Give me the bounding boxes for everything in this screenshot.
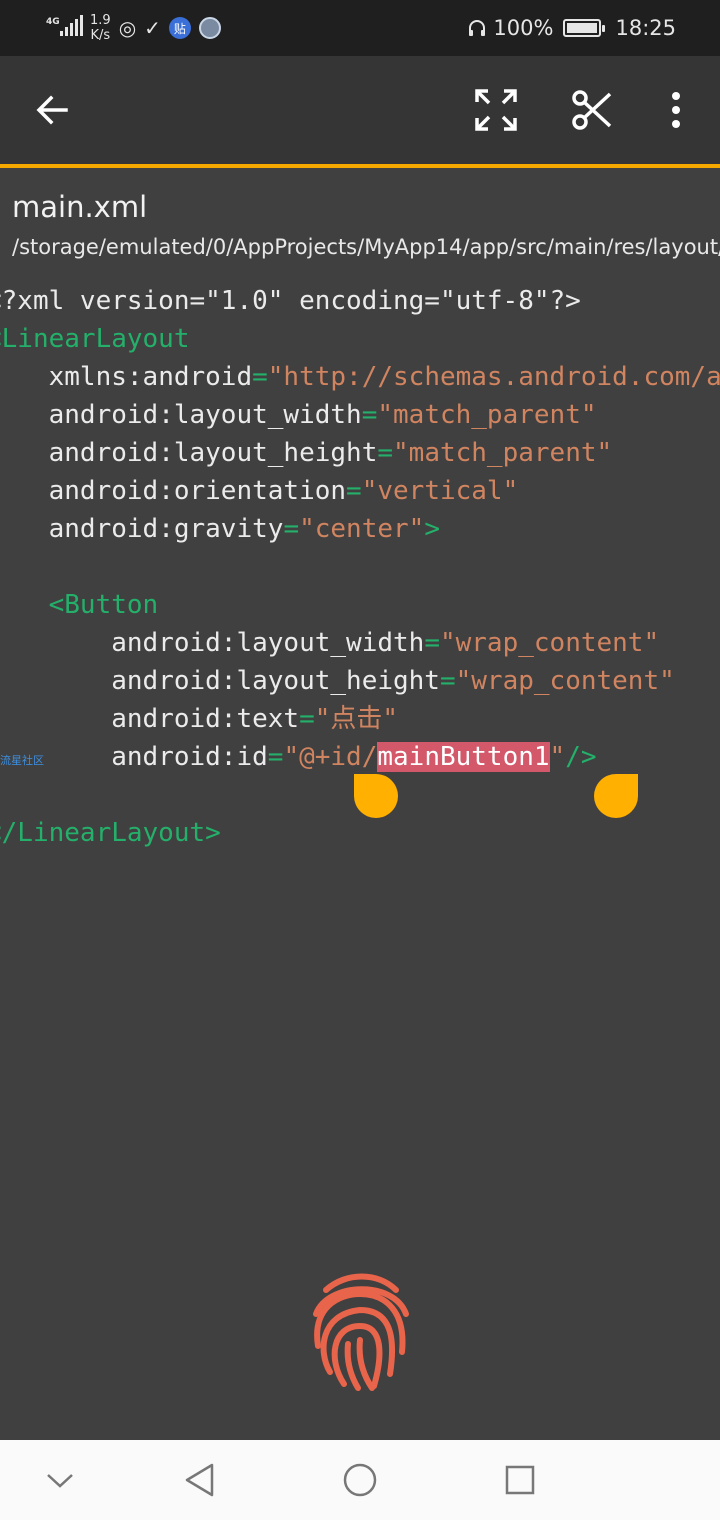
nav-home-button[interactable] [336, 1456, 384, 1504]
network-type-label: 4G [46, 17, 60, 27]
more-options-button[interactable] [646, 80, 706, 140]
code-line: </LinearLayout> [0, 814, 221, 852]
status-right-group: 100% 18:25 [467, 10, 676, 46]
code-line: android:text="点击" [0, 700, 398, 738]
xml-attribute: android:layout_width [48, 400, 362, 430]
xml-attribute: android:text [111, 704, 300, 734]
toolbar [0, 56, 720, 168]
xml-attribute: android:layout_width [111, 628, 425, 658]
back-arrow-icon [36, 95, 68, 125]
code-line: android:layout_height="wrap_content" [0, 662, 675, 700]
xml-tag-close: /> [565, 742, 597, 772]
network-speed-unit: K/s [90, 28, 111, 43]
xml-equals: = [439, 666, 456, 696]
code-line: xmlns:android="http://schemas.android.co… [0, 358, 720, 396]
file-name: main.xml [12, 190, 148, 224]
xml-equals: = [361, 400, 378, 430]
back-button[interactable] [22, 80, 82, 140]
xml-value-suffix: " [549, 742, 566, 772]
selection-handle-end[interactable] [594, 774, 638, 818]
code-line: android:id="@+id/mainButton1"/> [0, 738, 597, 776]
code-line: android:layout_width="wrap_content" [0, 624, 659, 662]
hide-keyboard-button[interactable] [36, 1456, 84, 1504]
xml-value: "vertical" [361, 476, 519, 506]
watermark: 流星社区 [0, 754, 44, 767]
xml-value: "center" [299, 514, 425, 544]
signal-icon: 4G [46, 14, 83, 42]
status-left-group: 4G 1.9 K/s ◎ ✓ 贴 [46, 10, 221, 46]
nav-back-button[interactable] [176, 1456, 224, 1504]
xml-equals: = [424, 628, 440, 658]
headphone-icon [469, 20, 486, 36]
nav-recents-button[interactable] [496, 1456, 544, 1504]
network-speed: 1.9 K/s [90, 13, 111, 43]
xml-tag: </LinearLayout> [0, 818, 221, 848]
xml-attribute: android:layout_height [48, 438, 378, 468]
xml-equals: = [267, 742, 284, 772]
xml-equals: = [252, 362, 268, 392]
hotspot-icon: ◎ [118, 16, 137, 40]
battery-percent: 100% [493, 16, 554, 40]
code-line: android:orientation="vertical" [0, 472, 519, 510]
xml-tag: <Button [48, 590, 159, 620]
xml-tag: <LinearLayout [0, 324, 190, 354]
more-vertical-icon [672, 92, 680, 128]
xml-value: "match_parent" [377, 400, 597, 430]
xml-value-prefix: "@+id/ [283, 742, 378, 772]
xml-value: "点击" [314, 704, 399, 734]
selected-text: mainButton1 [377, 742, 550, 772]
xml-equals: = [346, 476, 362, 506]
network-speed-value: 1.9 [90, 13, 111, 28]
xml-equals: = [299, 704, 315, 734]
xml-value: "wrap_content" [439, 628, 660, 658]
battery-icon [563, 19, 606, 37]
code-line: android:layout_height="match_parent" [0, 434, 613, 472]
fullscreen-button[interactable] [466, 80, 526, 140]
xml-attribute: android:layout_height [111, 666, 440, 696]
check-icon: ✓ [144, 16, 161, 40]
back-triangle-icon [185, 1463, 214, 1497]
tieba-app-icon: 贴 [168, 17, 191, 39]
xml-value: "http://schemas.android.com/apk/res/andr… [267, 362, 720, 392]
code-line: android:gravity="center"> [0, 510, 440, 548]
hide-keyboard-chevron-icon [47, 1474, 73, 1488]
fullscreen-icon [475, 89, 517, 131]
xml-attribute: android:id [111, 742, 268, 772]
xml-equals: = [377, 438, 394, 468]
xml-equals: = [283, 514, 300, 544]
navigation-bar [0, 1440, 720, 1520]
xml-tag-close: > [424, 514, 440, 544]
xml-attribute: xmlns:android [48, 362, 253, 392]
code-line: android:layout_width="match_parent" [0, 396, 597, 434]
code-text: <?xml version="1.0" encoding="utf-8"?> [0, 286, 581, 316]
xml-value: "match_parent" [393, 438, 613, 468]
clock: 18:25 [615, 16, 676, 40]
code-line: <LinearLayout [0, 320, 190, 358]
xml-attribute: android:orientation [48, 476, 347, 506]
status-bar: 4G 1.9 K/s ◎ ✓ 贴 100% 18:25 [0, 0, 720, 56]
xml-attribute: android:gravity [48, 514, 284, 544]
code-line: <?xml version="1.0" encoding="utf-8"?> [0, 282, 581, 320]
cut-button[interactable] [562, 80, 622, 140]
recents-square-icon [505, 1465, 535, 1495]
home-circle-icon [343, 1463, 377, 1497]
cut-icon [572, 90, 612, 130]
fingerprint-icon[interactable] [308, 1268, 412, 1392]
file-path: /storage/emulated/0/AppProjects/MyApp14/… [12, 235, 720, 259]
selection-handle-start[interactable] [354, 774, 398, 818]
xml-value: "wrap_content" [455, 666, 675, 696]
code-line: <Button [0, 586, 159, 624]
app-avatar-icon [198, 17, 221, 39]
